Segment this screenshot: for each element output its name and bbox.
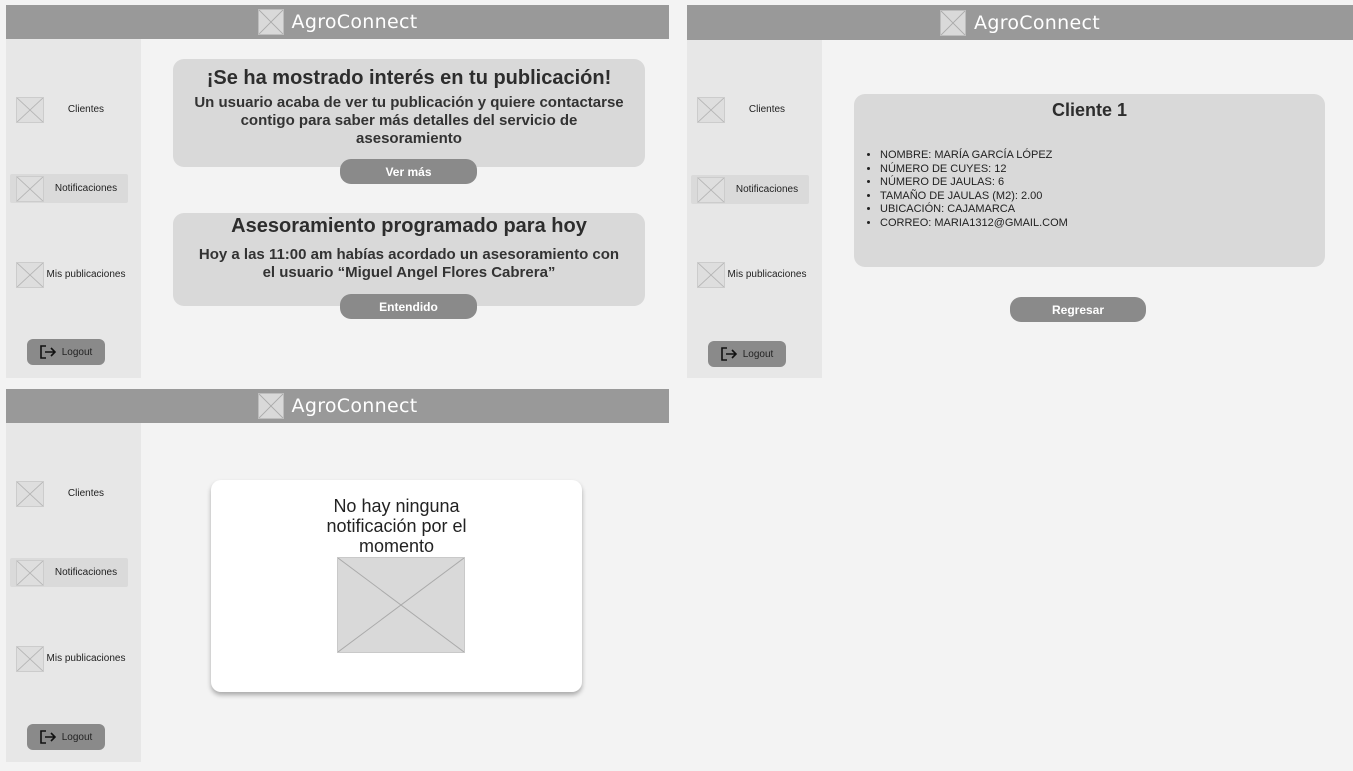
logo-icon	[257, 393, 284, 419]
sidebar-item-label: Clientes	[67, 488, 105, 499]
app-header: AgroConnect	[6, 5, 669, 39]
logout-icon	[39, 345, 56, 359]
logout-button[interactable]: Logout	[27, 339, 105, 365]
sidebar: Clientes Notificaciones Mis publicacione…	[6, 423, 141, 762]
sidebar-item-clientes[interactable]: Clientes	[10, 95, 128, 124]
logout-icon	[39, 730, 56, 744]
sidebar-item-clientes[interactable]: Clientes	[10, 479, 128, 508]
empty-state-card: No hay ninguna notificación por el momen…	[211, 480, 582, 692]
sidebar-item-clientes[interactable]: Clientes	[691, 95, 809, 124]
logout-label: Logout	[742, 348, 774, 360]
client-card: Cliente 1 NOMBRE: MARÍA GARCÍA LÓPEZ NÚM…	[854, 94, 1325, 267]
sidebar-item-label: Mis publicaciones	[46, 269, 126, 280]
sidebar-item-label: Notificaciones	[735, 184, 799, 195]
empty-message: No hay ninguna notificación por el momen…	[326, 496, 467, 556]
clientes-icon	[697, 96, 725, 123]
notification-card: Asesoramiento programado para hoy Hoy a …	[173, 213, 645, 306]
sidebar-item-label: Clientes	[748, 104, 786, 115]
client-detail-item: NÚMERO DE JAULAS: 6	[880, 176, 1325, 190]
sidebar-item-label: Mis publicaciones	[727, 269, 807, 280]
notificaciones-icon	[16, 175, 44, 202]
regresar-button[interactable]: Regresar	[1010, 297, 1146, 322]
sidebar-item-mis-publicaciones[interactable]: Mis publicaciones	[10, 644, 128, 673]
sidebar-item-label: Notificaciones	[54, 183, 118, 194]
logo-icon	[257, 9, 284, 35]
frame-notifications: AgroConnect Clientes Notificaciones Mis …	[6, 5, 669, 378]
client-detail-item: TAMAÑO DE JAULAS (M2): 2.00	[880, 190, 1325, 204]
publicaciones-icon	[16, 645, 44, 672]
sidebar-item-label: Notificaciones	[54, 567, 118, 578]
notification-title: ¡Se ha mostrado interés en tu publicació…	[206, 67, 612, 89]
notificaciones-icon	[16, 559, 44, 586]
ver-mas-button[interactable]: Ver más	[340, 159, 477, 184]
app-title: AgroConnect	[291, 395, 418, 417]
sidebar-item-mis-publicaciones[interactable]: Mis publicaciones	[10, 260, 128, 289]
client-detail-item: NÚMERO DE CUYES: 12	[880, 163, 1325, 177]
sidebar-item-notificaciones[interactable]: Notificaciones	[10, 174, 128, 203]
client-detail-item: NOMBRE: MARÍA GARCÍA LÓPEZ	[880, 149, 1325, 163]
client-detail-item: UBICACIÓN: CAJAMARCA	[880, 203, 1325, 217]
sidebar-item-notificaciones[interactable]: Notificaciones	[691, 175, 809, 204]
client-details: NOMBRE: MARÍA GARCÍA LÓPEZ NÚMERO DE CUY…	[866, 149, 1325, 230]
empty-image-placeholder-icon	[337, 557, 465, 653]
app-title: AgroConnect	[974, 11, 1100, 34]
frame-empty-notifications: AgroConnect Clientes Notificaciones Mis …	[6, 389, 669, 762]
clientes-icon	[16, 480, 44, 507]
frame-client-detail: AgroConnect Clientes Notificaciones Mis …	[687, 5, 1353, 378]
notification-card: ¡Se ha mostrado interés en tu publicació…	[173, 59, 645, 167]
notification-body: Un usuario acaba de ver tu publicación y…	[194, 94, 624, 147]
sidebar-item-notificaciones[interactable]: Notificaciones	[10, 558, 128, 587]
sidebar: Clientes Notificaciones Mis publicacione…	[687, 40, 822, 378]
notification-body: Hoy a las 11:00 am habías acordado un as…	[198, 246, 620, 281]
publicaciones-icon	[16, 261, 44, 288]
logout-button[interactable]: Logout	[708, 341, 786, 367]
publicaciones-icon	[697, 261, 725, 288]
logout-label: Logout	[61, 731, 93, 743]
sidebar-item-label: Clientes	[67, 104, 105, 115]
logout-icon	[720, 347, 737, 361]
client-detail-item: CORREO: MARIA1312@GMAIL.COM	[880, 217, 1325, 231]
app-title: AgroConnect	[291, 11, 418, 33]
app-header: AgroConnect	[687, 5, 1353, 40]
notification-title: Asesoramiento programado para hoy	[231, 215, 587, 237]
clientes-icon	[16, 96, 44, 123]
entendido-button[interactable]: Entendido	[340, 294, 477, 319]
client-title: Cliente 1	[1051, 100, 1128, 120]
sidebar: Clientes Notificaciones Mis publicacione…	[6, 39, 141, 378]
logout-button[interactable]: Logout	[27, 724, 105, 750]
sidebar-item-mis-publicaciones[interactable]: Mis publicaciones	[691, 260, 809, 289]
notificaciones-icon	[697, 176, 725, 203]
sidebar-item-label: Mis publicaciones	[46, 653, 126, 664]
app-header: AgroConnect	[6, 389, 669, 423]
logout-label: Logout	[61, 346, 93, 358]
logo-icon	[940, 9, 967, 36]
